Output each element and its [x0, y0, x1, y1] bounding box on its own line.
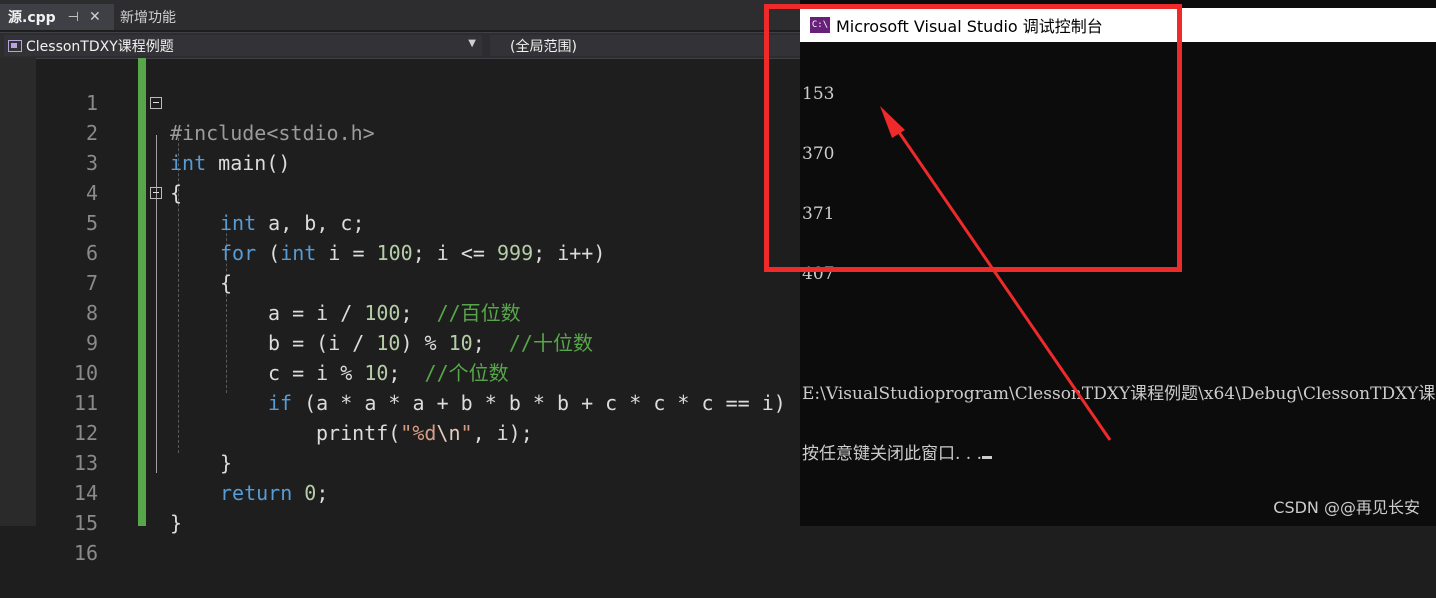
code-line: 11 printf("%d\n", i); [73, 391, 533, 445]
console-line: E:\VisualStudioprogram\ClessonTDXY课程例题\x… [802, 384, 1436, 404]
project-icon [8, 39, 22, 52]
tab-bar: 源.cpp ⊣ ✕ 新增功能 [0, 0, 800, 30]
code-area[interactable]: 1 #include<stdio.h> 2 int main() 3 { 4 i… [36, 58, 800, 565]
tab-whats-new[interactable]: 新增功能 [113, 4, 235, 30]
scope-label: (全局范围) [510, 38, 577, 55]
code-line: 12 } [73, 421, 233, 475]
editor-margin [0, 58, 36, 526]
code-line: 4 int a, b, c; [85, 181, 365, 235]
code-line: 14 } [73, 481, 183, 535]
code-line: 7 a = i / 100; //百位数 [85, 271, 521, 325]
tab-label: 源.cpp [8, 10, 56, 26]
scope-dropdown[interactable]: (全局范围) [490, 35, 800, 56]
code-line: 6 { [85, 241, 233, 295]
code-line: 8 b = (i / 10) % 10; //十位数 [85, 301, 593, 355]
red-highlight-box [764, 4, 1182, 272]
navigation-bar: ClessonTDXY课程例题 ▼ (全局范围) [0, 32, 800, 59]
code-line: 5 for (int i = 100; i <= 999; i++) [85, 211, 606, 265]
code-editor: 源.cpp ⊣ ✕ 新增功能 ClessonTDXY课程例题 ▼ (全局范围) … [0, 0, 800, 565]
tab-label: 新增功能 [120, 10, 176, 26]
code-line: 15 [73, 511, 98, 535]
code-line: 10 if (a * a * a + b * b * b + c * c * c… [73, 361, 786, 415]
project-dropdown[interactable]: ClessonTDXY课程例题 ▼ [4, 35, 482, 56]
code-line: 16 [73, 541, 98, 565]
code-line: 3 { [85, 151, 183, 205]
tab-source-cpp[interactable]: 源.cpp ⊣ ✕ [0, 4, 113, 30]
watermark: CSDN @@再见长安 [1273, 498, 1420, 517]
text-cursor [982, 456, 993, 459]
pin-icon[interactable]: ⊣ [68, 10, 79, 25]
close-icon[interactable]: ✕ [89, 9, 101, 25]
project-name: ClessonTDXY课程例题 [26, 38, 174, 55]
code-line: 13 return 0; [73, 451, 329, 505]
chevron-down-icon[interactable]: ▼ [468, 38, 476, 49]
console-line: 按任意键关闭此窗口. . . [802, 444, 1436, 464]
code-line: 9 c = i % 10; //个位数 [85, 331, 509, 385]
code-line: 1 #include<stdio.h> [85, 91, 375, 145]
code-line: 2 int main() [85, 121, 291, 175]
